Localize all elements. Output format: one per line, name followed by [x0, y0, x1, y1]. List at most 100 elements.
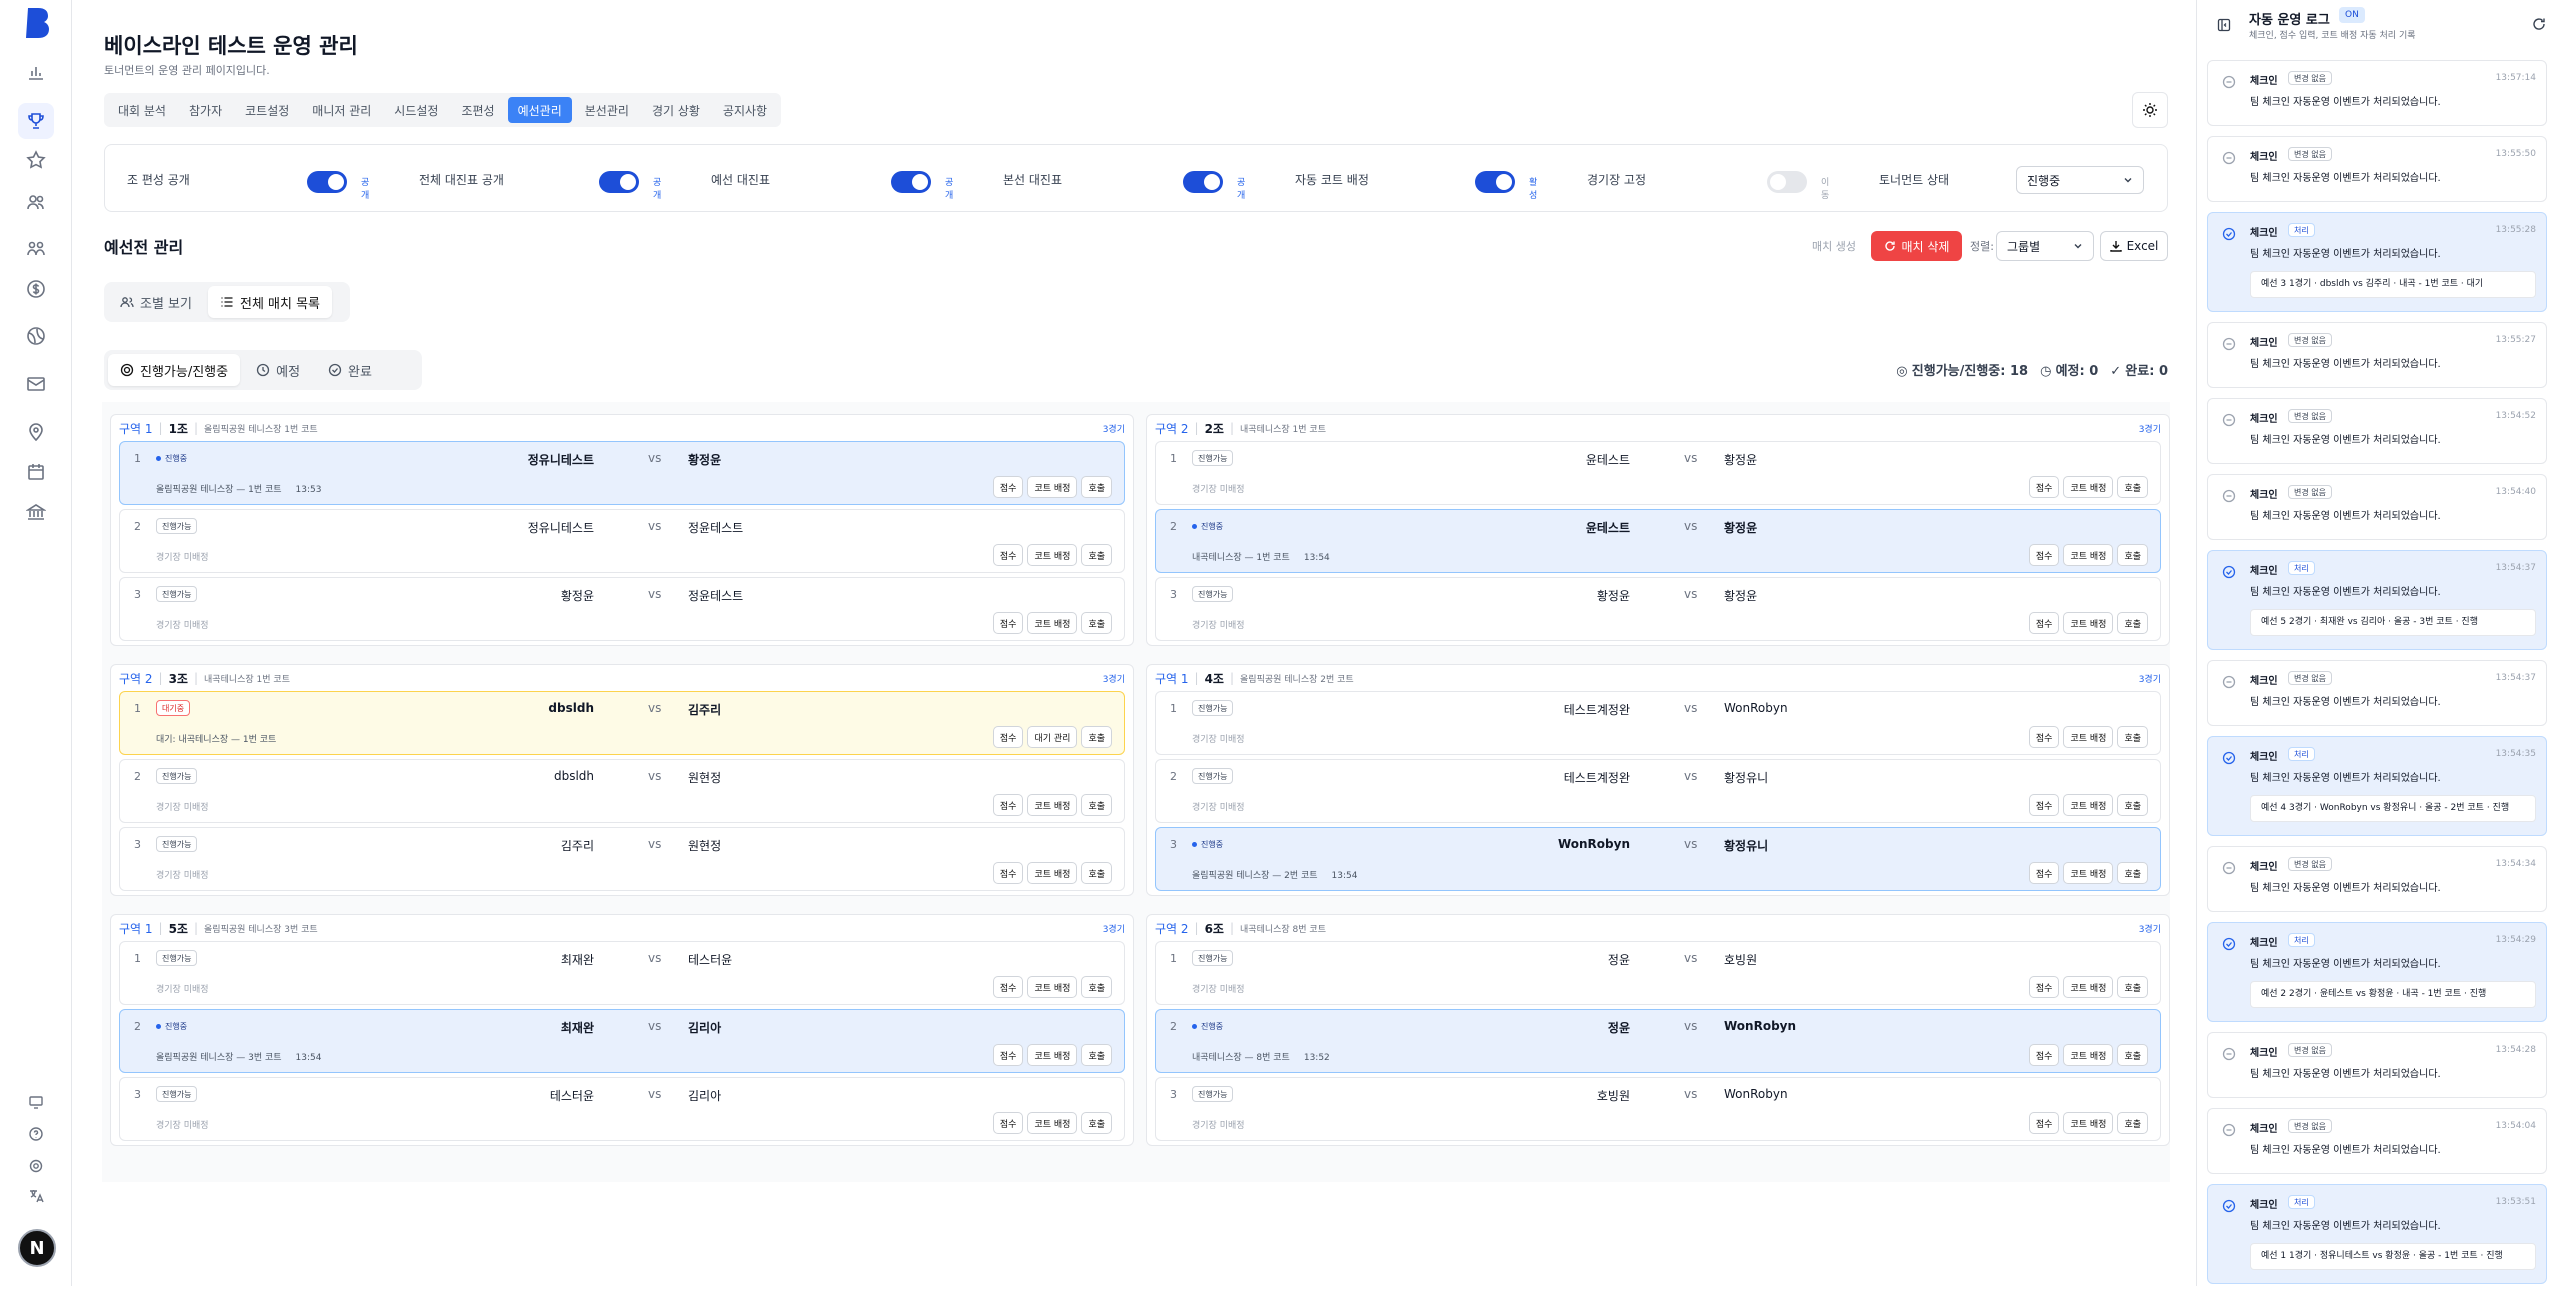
call-button[interactable]: 호출 [2117, 794, 2148, 816]
score-button[interactable]: 점수 [992, 544, 1024, 566]
nav-mail-icon[interactable] [18, 366, 54, 402]
wait-manage-button[interactable]: 대기 관리 [1027, 726, 1078, 748]
score-button[interactable]: 점수 [2028, 862, 2060, 884]
call-button[interactable]: 호출 [2117, 862, 2148, 884]
filter-planned-button[interactable]: 예정 [244, 354, 312, 386]
toggle-switch[interactable] [1767, 171, 1807, 193]
score-button[interactable]: 점수 [2028, 612, 2060, 634]
score-button[interactable]: 점수 [992, 476, 1024, 498]
match-row[interactable]: 3 진행가능 호빙원 vs WonRobyn 경기장 미배정 점수 코트 배정 호출 [1155, 1077, 2161, 1141]
match-row[interactable]: 2 진행가능 dbsldh vs 원현정 경기장 미배정 점수 코트 배정 호출 [119, 759, 1125, 823]
tab-notices[interactable]: 공지사항 [713, 97, 777, 123]
call-button[interactable]: 호출 [1081, 794, 1112, 816]
help-icon[interactable] [26, 1124, 46, 1144]
court-assign-button[interactable]: 코트 배정 [1027, 476, 1078, 498]
filter-live-button[interactable]: 진행가능/진행중 [108, 354, 241, 386]
match-row[interactable]: 2 진행가능 정유니테스트 vs 정윤테스트 경기장 미배정 점수 코트 배정 호출 [119, 509, 1125, 573]
nav-star-icon[interactable] [18, 142, 54, 178]
match-row[interactable]: 3 진행가능 테스터윤 vs 김리아 경기장 미배정 점수 코트 배정 호출 [119, 1077, 1125, 1141]
score-button[interactable]: 점수 [992, 726, 1024, 748]
score-button[interactable]: 점수 [2028, 1044, 2060, 1066]
toggle-switch[interactable] [1475, 171, 1515, 193]
score-button[interactable]: 점수 [992, 1112, 1024, 1134]
court-assign-button[interactable]: 코트 배정 [1027, 1112, 1078, 1134]
tab-participants[interactable]: 참가자 [179, 97, 232, 123]
call-button[interactable]: 호출 [2117, 1044, 2148, 1066]
theme-toggle-button[interactable] [2132, 92, 2168, 128]
tab-prelim[interactable]: 예선관리 [507, 97, 572, 123]
nav-users-icon[interactable] [18, 184, 54, 220]
match-row[interactable]: 1 진행가능 테스트계정완 vs WonRobyn 경기장 미배정 점수 코트 배… [1155, 691, 2161, 755]
score-button[interactable]: 점수 [992, 612, 1024, 634]
score-button[interactable]: 점수 [2028, 476, 2060, 498]
call-button[interactable]: 호출 [1081, 544, 1112, 566]
match-row[interactable]: 1 진행중 정유니테스트 vs 황정윤 올림픽공원 테니스장 — 1번 코트 13… [119, 441, 1125, 505]
view-by-group-button[interactable]: 조별 보기 [108, 286, 204, 318]
nav-trophy-icon[interactable] [18, 103, 54, 139]
call-button[interactable]: 호출 [2117, 476, 2148, 498]
match-row[interactable]: 2 진행중 윤테스트 vs 황정윤 내곡테니스장 — 1번 코트 13:54 점수… [1155, 509, 2161, 573]
call-button[interactable]: 호출 [1081, 476, 1112, 498]
score-button[interactable]: 점수 [2028, 976, 2060, 998]
match-row[interactable]: 2 진행중 최재완 vs 김리아 올림픽공원 테니스장 — 3번 코트 13:54… [119, 1009, 1125, 1073]
court-assign-button[interactable]: 코트 배정 [2063, 862, 2114, 884]
match-row[interactable]: 3 진행가능 황정윤 vs 정윤테스트 경기장 미배정 점수 코트 배정 호출 [119, 577, 1125, 641]
monitor-icon[interactable] [26, 1092, 46, 1112]
call-button[interactable]: 호출 [2117, 544, 2148, 566]
score-button[interactable]: 점수 [2028, 726, 2060, 748]
court-assign-button[interactable]: 코트 배정 [1027, 976, 1078, 998]
court-assign-button[interactable]: 코트 배정 [1027, 544, 1078, 566]
call-button[interactable]: 호출 [2117, 976, 2148, 998]
filter-done-button[interactable]: 완료 [316, 354, 384, 386]
view-all-matches-button[interactable]: 전체 매치 목록 [207, 286, 333, 318]
toggle-switch[interactable] [891, 171, 931, 193]
tournament-status-select[interactable]: 진행중 [2016, 166, 2144, 194]
call-button[interactable]: 호출 [1081, 612, 1112, 634]
match-row[interactable]: 1 진행가능 정윤 vs 호빙원 경기장 미배정 점수 코트 배정 호출 [1155, 941, 2161, 1005]
toggle-switch[interactable] [599, 171, 639, 193]
call-button[interactable]: 호출 [1081, 726, 1112, 748]
court-assign-button[interactable]: 코트 배정 [2063, 476, 2114, 498]
panel-collapse-icon[interactable] [2217, 18, 2231, 32]
app-logo[interactable] [22, 6, 50, 40]
score-button[interactable]: 점수 [992, 976, 1024, 998]
match-row[interactable]: 3 진행가능 김주리 vs 원현정 경기장 미배정 점수 코트 배정 호출 [119, 827, 1125, 891]
tab-analysis[interactable]: 대회 분석 [108, 97, 176, 123]
court-assign-button[interactable]: 코트 배정 [2063, 794, 2114, 816]
delete-match-button[interactable]: 매치 삭제 [1871, 231, 1962, 261]
call-button[interactable]: 호출 [1081, 862, 1112, 884]
tab-match-status[interactable]: 경기 상황 [642, 97, 710, 123]
call-button[interactable]: 호출 [2117, 1112, 2148, 1134]
nav-teams-icon[interactable] [18, 231, 54, 267]
match-row[interactable]: 1 대기중 dbsldh vs 김주리 대기: 내곡테니스장 — 1번 코트 점… [119, 691, 1125, 755]
court-assign-button[interactable]: 코트 배정 [1027, 1044, 1078, 1066]
toggle-switch[interactable] [307, 171, 347, 193]
court-assign-button[interactable]: 코트 배정 [2063, 1112, 2114, 1134]
excel-export-button[interactable]: Excel [2100, 231, 2168, 261]
call-button[interactable]: 호출 [2117, 612, 2148, 634]
match-row[interactable]: 3 진행중 WonRobyn vs 황정유니 올림픽공원 테니스장 — 2번 코… [1155, 827, 2161, 891]
score-button[interactable]: 점수 [992, 862, 1024, 884]
call-button[interactable]: 호출 [1081, 976, 1112, 998]
tab-main-draw[interactable]: 본선관리 [575, 97, 639, 123]
match-row[interactable]: 2 진행중 정윤 vs WonRobyn 내곡테니스장 — 8번 코트 13:52… [1155, 1009, 2161, 1073]
settings-icon[interactable] [26, 1156, 46, 1176]
call-button[interactable]: 호출 [1081, 1112, 1112, 1134]
language-icon[interactable] [26, 1186, 46, 1206]
score-button[interactable]: 점수 [2028, 544, 2060, 566]
nav-location-icon[interactable] [18, 414, 54, 450]
match-row[interactable]: 1 진행가능 윤테스트 vs 황정윤 경기장 미배정 점수 코트 배정 호출 [1155, 441, 2161, 505]
court-assign-button[interactable]: 코트 배정 [1027, 794, 1078, 816]
court-assign-button[interactable]: 코트 배정 [2063, 612, 2114, 634]
court-assign-button[interactable]: 코트 배정 [2063, 976, 2114, 998]
tab-courts[interactable]: 코트설정 [235, 97, 299, 123]
court-assign-button[interactable]: 코트 배정 [2063, 1044, 2114, 1066]
generate-match-button[interactable]: 매치 생성 [1804, 232, 1864, 260]
call-button[interactable]: 호출 [1081, 1044, 1112, 1066]
score-button[interactable]: 점수 [992, 1044, 1024, 1066]
score-button[interactable]: 점수 [992, 794, 1024, 816]
match-row[interactable]: 1 진행가능 최재완 vs 테스터윤 경기장 미배정 점수 코트 배정 호출 [119, 941, 1125, 1005]
tab-seeds[interactable]: 시드설정 [384, 97, 448, 123]
court-assign-button[interactable]: 코트 배정 [2063, 726, 2114, 748]
nav-calendar-icon[interactable] [18, 454, 54, 490]
